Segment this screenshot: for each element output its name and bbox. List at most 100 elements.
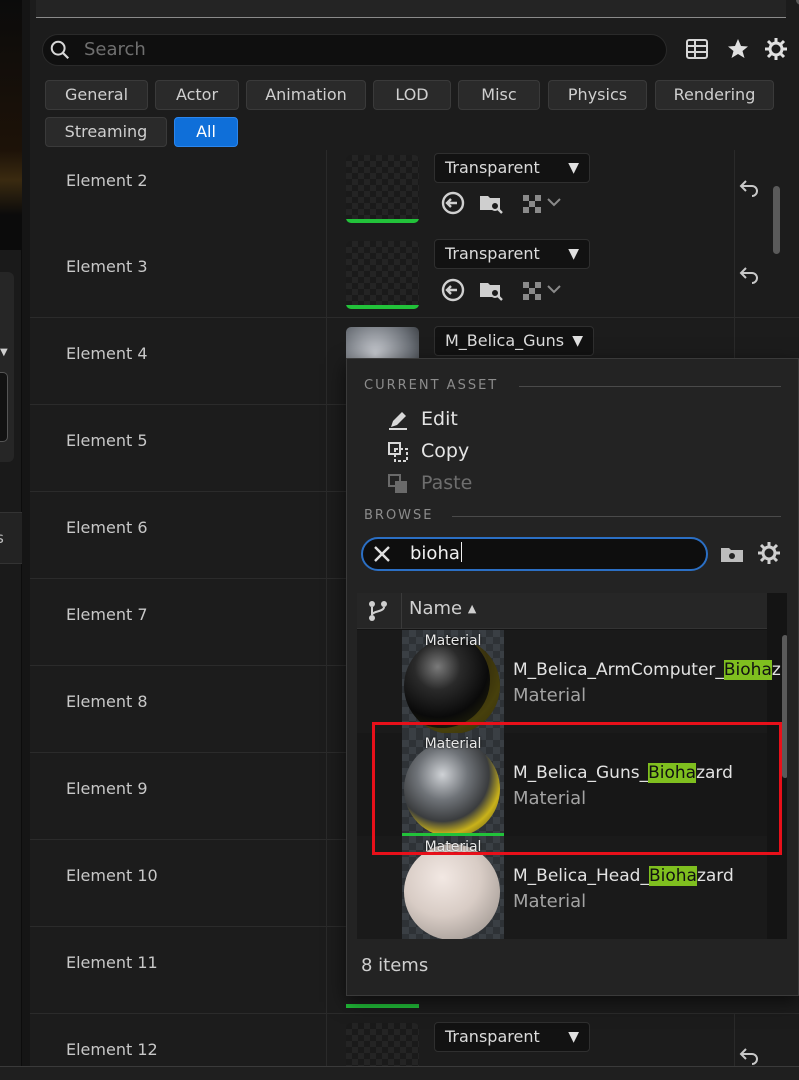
checker-icon[interactable]	[520, 277, 546, 303]
asset-item[interactable]: Material M_Belica_ArmComputer_Biohaz Mat…	[357, 630, 781, 733]
filter-general[interactable]: General	[45, 80, 148, 110]
list-header: Name ▲	[357, 593, 767, 629]
top-field	[36, 0, 786, 18]
copy-icon	[388, 442, 408, 462]
material-combo-value: Transparent	[445, 244, 540, 263]
column-divider	[326, 666, 327, 753]
pencil-icon	[389, 412, 407, 430]
thumbnail-label: Material	[424, 839, 482, 855]
column-divider	[734, 150, 735, 237]
search-placeholder: Search	[84, 39, 146, 60]
table-view-icon[interactable]	[684, 36, 710, 62]
bottom-bar	[0, 1066, 799, 1080]
details-scrollbar[interactable]	[773, 186, 780, 254]
copy-menu-item[interactable]: Copy	[421, 440, 469, 462]
gear-icon[interactable]	[763, 36, 789, 62]
side-field[interactable]	[0, 372, 8, 442]
column-divider	[326, 231, 327, 318]
folder-icon[interactable]	[719, 541, 745, 567]
element-label: Element 10	[66, 866, 158, 885]
material-sphere	[404, 638, 500, 733]
thumbnail-label: Material	[424, 736, 482, 752]
asset-search-input[interactable]: bioha	[361, 537, 708, 571]
filter-streaming[interactable]: Streaming	[45, 117, 167, 147]
column-divider	[326, 840, 327, 927]
clear-search-icon[interactable]	[371, 543, 393, 565]
element-label: Element 11	[66, 953, 158, 972]
current-asset-header: CURRENT ASSET	[364, 378, 499, 393]
settings-gear-icon[interactable]	[756, 540, 782, 566]
element-row: Element 3 Transparent ▼	[30, 231, 799, 318]
element-label: Element 4	[66, 344, 148, 363]
use-selected-icon[interactable]	[440, 277, 466, 303]
material-thumbnail[interactable]	[346, 241, 419, 309]
viewport-preview	[0, 0, 22, 250]
thumbnail-bar	[346, 305, 419, 309]
asset-name: M_Belica_Head_Biohazard	[513, 866, 734, 886]
list-scrollbar[interactable]	[782, 635, 787, 778]
use-selected-icon[interactable]	[440, 190, 466, 216]
chevron-down-icon: ▼	[568, 1029, 579, 1045]
chevron-down-icon: ▼	[568, 160, 579, 176]
material-combo-value: Transparent	[445, 158, 540, 177]
asset-name: M_Belica_ArmComputer_Biohaz	[513, 660, 781, 680]
column-divider	[326, 150, 327, 237]
thumbnail-bar	[346, 219, 419, 223]
filter-misc[interactable]: Misc	[458, 80, 540, 110]
name-column-header[interactable]: Name ▲	[409, 598, 476, 619]
column-divider	[734, 231, 735, 318]
element-label: Element 5	[66, 431, 148, 450]
element-label: Element 7	[66, 605, 148, 624]
asset-type: Material	[513, 685, 587, 706]
column-divider	[326, 405, 327, 492]
checker-icon[interactable]	[520, 190, 546, 216]
filter-lod[interactable]: LOD	[373, 80, 451, 110]
thumbnail-label: Material	[424, 633, 482, 649]
element-label: Element 6	[66, 518, 148, 537]
paste-menu-item[interactable]: Paste	[421, 472, 472, 494]
material-combo[interactable]: Transparent ▼	[434, 239, 590, 269]
asset-thumbnail: Material	[402, 836, 504, 939]
side-tab[interactable]: s	[0, 512, 22, 564]
thumbnail-bar	[346, 1004, 419, 1008]
divider	[519, 386, 781, 387]
element-label: Element 3	[66, 257, 148, 276]
filter-actor[interactable]: Actor	[155, 80, 239, 110]
filter-physics[interactable]: Physics	[548, 80, 647, 110]
column-divider	[326, 318, 327, 405]
reset-arrow-icon[interactable]	[738, 263, 760, 285]
chevron-down-icon: ▼	[568, 246, 579, 262]
material-combo[interactable]: Transparent ▼	[434, 1022, 590, 1052]
filter-all[interactable]: All	[174, 117, 238, 147]
material-combo[interactable]: M_Belica_Guns ▼	[434, 326, 594, 356]
source-control-icon[interactable]	[367, 599, 389, 623]
reset-arrow-icon[interactable]	[738, 1044, 760, 1066]
star-icon[interactable]	[725, 36, 751, 62]
browse-folder-icon[interactable]	[478, 190, 504, 216]
collapse-arrow-icon[interactable]: ▼	[0, 347, 8, 358]
column-divider	[326, 753, 327, 840]
asset-thumbnail: Material	[402, 630, 504, 733]
column-divider	[326, 579, 327, 666]
edit-menu-item[interactable]: Edit	[421, 408, 458, 430]
filter-animation[interactable]: Animation	[246, 80, 366, 110]
element-row: Element 2 Transparent ▼	[30, 150, 799, 237]
item-count: 8 items	[361, 955, 429, 976]
element-label: Element 2	[66, 171, 148, 190]
material-combo[interactable]: Transparent ▼	[434, 153, 590, 183]
search-icon	[50, 40, 70, 60]
sort-arrow-icon: ▲	[467, 602, 477, 615]
thumbnail-bar	[402, 833, 504, 836]
paste-icon	[388, 474, 407, 493]
material-thumbnail[interactable]	[346, 155, 419, 223]
chevron-down-icon: ▼	[572, 333, 583, 349]
filter-rendering[interactable]: Rendering	[655, 80, 774, 110]
reset-arrow-icon[interactable]	[738, 176, 760, 198]
chevron-down-icon[interactable]	[546, 279, 562, 299]
material-combo-value: M_Belica_Guns	[445, 331, 565, 350]
asset-type: Material	[513, 891, 587, 912]
details-search[interactable]: Search	[42, 34, 667, 66]
browse-folder-icon[interactable]	[478, 277, 504, 303]
material-sphere	[404, 844, 500, 939]
chevron-down-icon[interactable]	[546, 192, 562, 212]
